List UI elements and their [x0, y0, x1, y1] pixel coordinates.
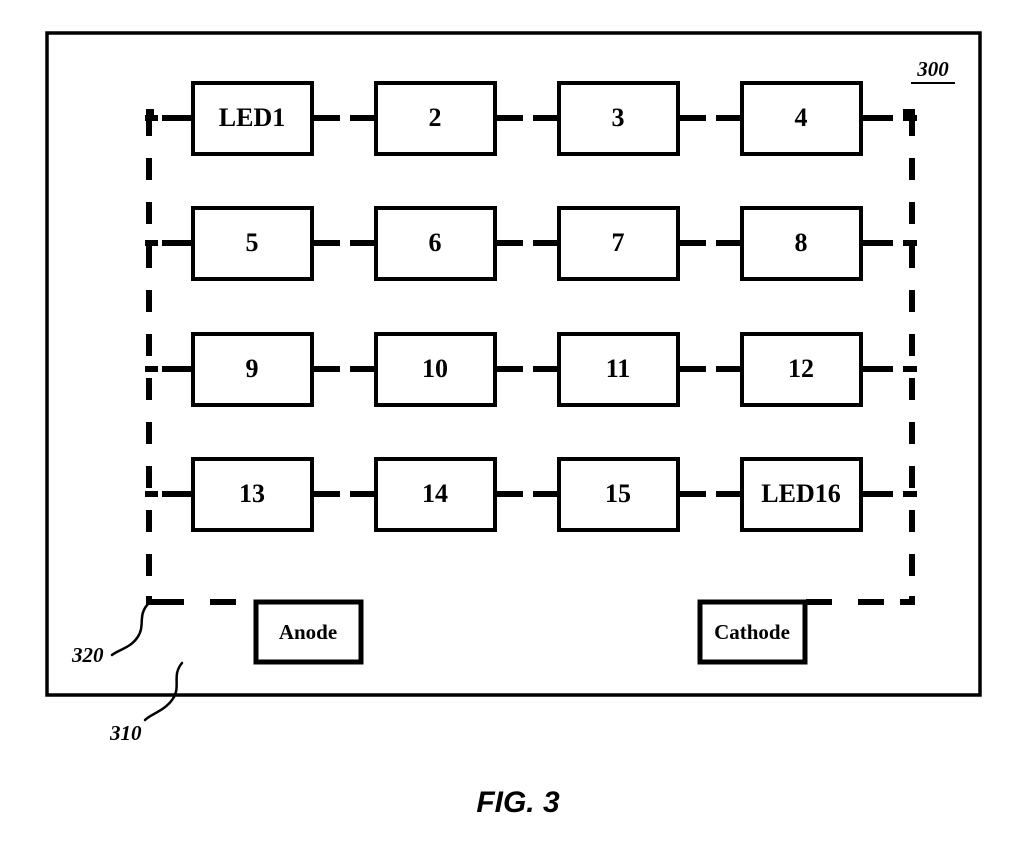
led-box-label: 8 — [795, 228, 808, 257]
circuit-reference-leader — [110, 602, 150, 657]
assembly-reference-numeral: 300 — [916, 57, 949, 81]
board-reference-numeral: 310 — [109, 721, 142, 745]
led-box-label: 5 — [246, 228, 259, 257]
led-row-4: 13 14 15 LED16 — [191, 457, 863, 532]
led-row-2: 5 6 7 8 — [191, 206, 863, 281]
led-box-label: 12 — [788, 354, 814, 383]
led-box-label: LED16 — [761, 479, 840, 508]
led-row-1: LED1 2 3 4 — [191, 81, 863, 156]
figure-canvas: 300 LED1 2 3 4 5 6 7 8 9 10 11 12 13 14 … — [45, 31, 982, 819]
board-reference-leader — [143, 661, 184, 722]
anode-terminal-label: Anode — [279, 620, 337, 644]
led-box-label: 7 — [612, 228, 625, 257]
led-box-label: 9 — [246, 354, 259, 383]
patent-figure: 300 LED1 2 3 4 5 6 7 8 9 10 11 12 13 14 … — [0, 0, 1030, 846]
cathode-bus-bottom-corner — [900, 596, 915, 605]
led-box-label: 14 — [422, 479, 448, 508]
led-row-3: 9 10 11 12 — [191, 332, 863, 407]
figure-caption: FIG. 3 — [476, 786, 560, 819]
led-box-label: 4 — [795, 103, 808, 132]
led-box-label: 3 — [612, 103, 625, 132]
circuit-reference-numeral: 320 — [71, 643, 104, 667]
led-box-label: 13 — [239, 479, 265, 508]
led-box-label: 10 — [422, 354, 448, 383]
led-box-label: LED1 — [219, 103, 285, 132]
led-box-label: 2 — [429, 103, 442, 132]
cathode-terminal-label: Cathode — [714, 620, 790, 644]
led-box-label: 15 — [605, 479, 631, 508]
led-box-label: 11 — [606, 354, 631, 383]
led-box-label: 6 — [429, 228, 442, 257]
